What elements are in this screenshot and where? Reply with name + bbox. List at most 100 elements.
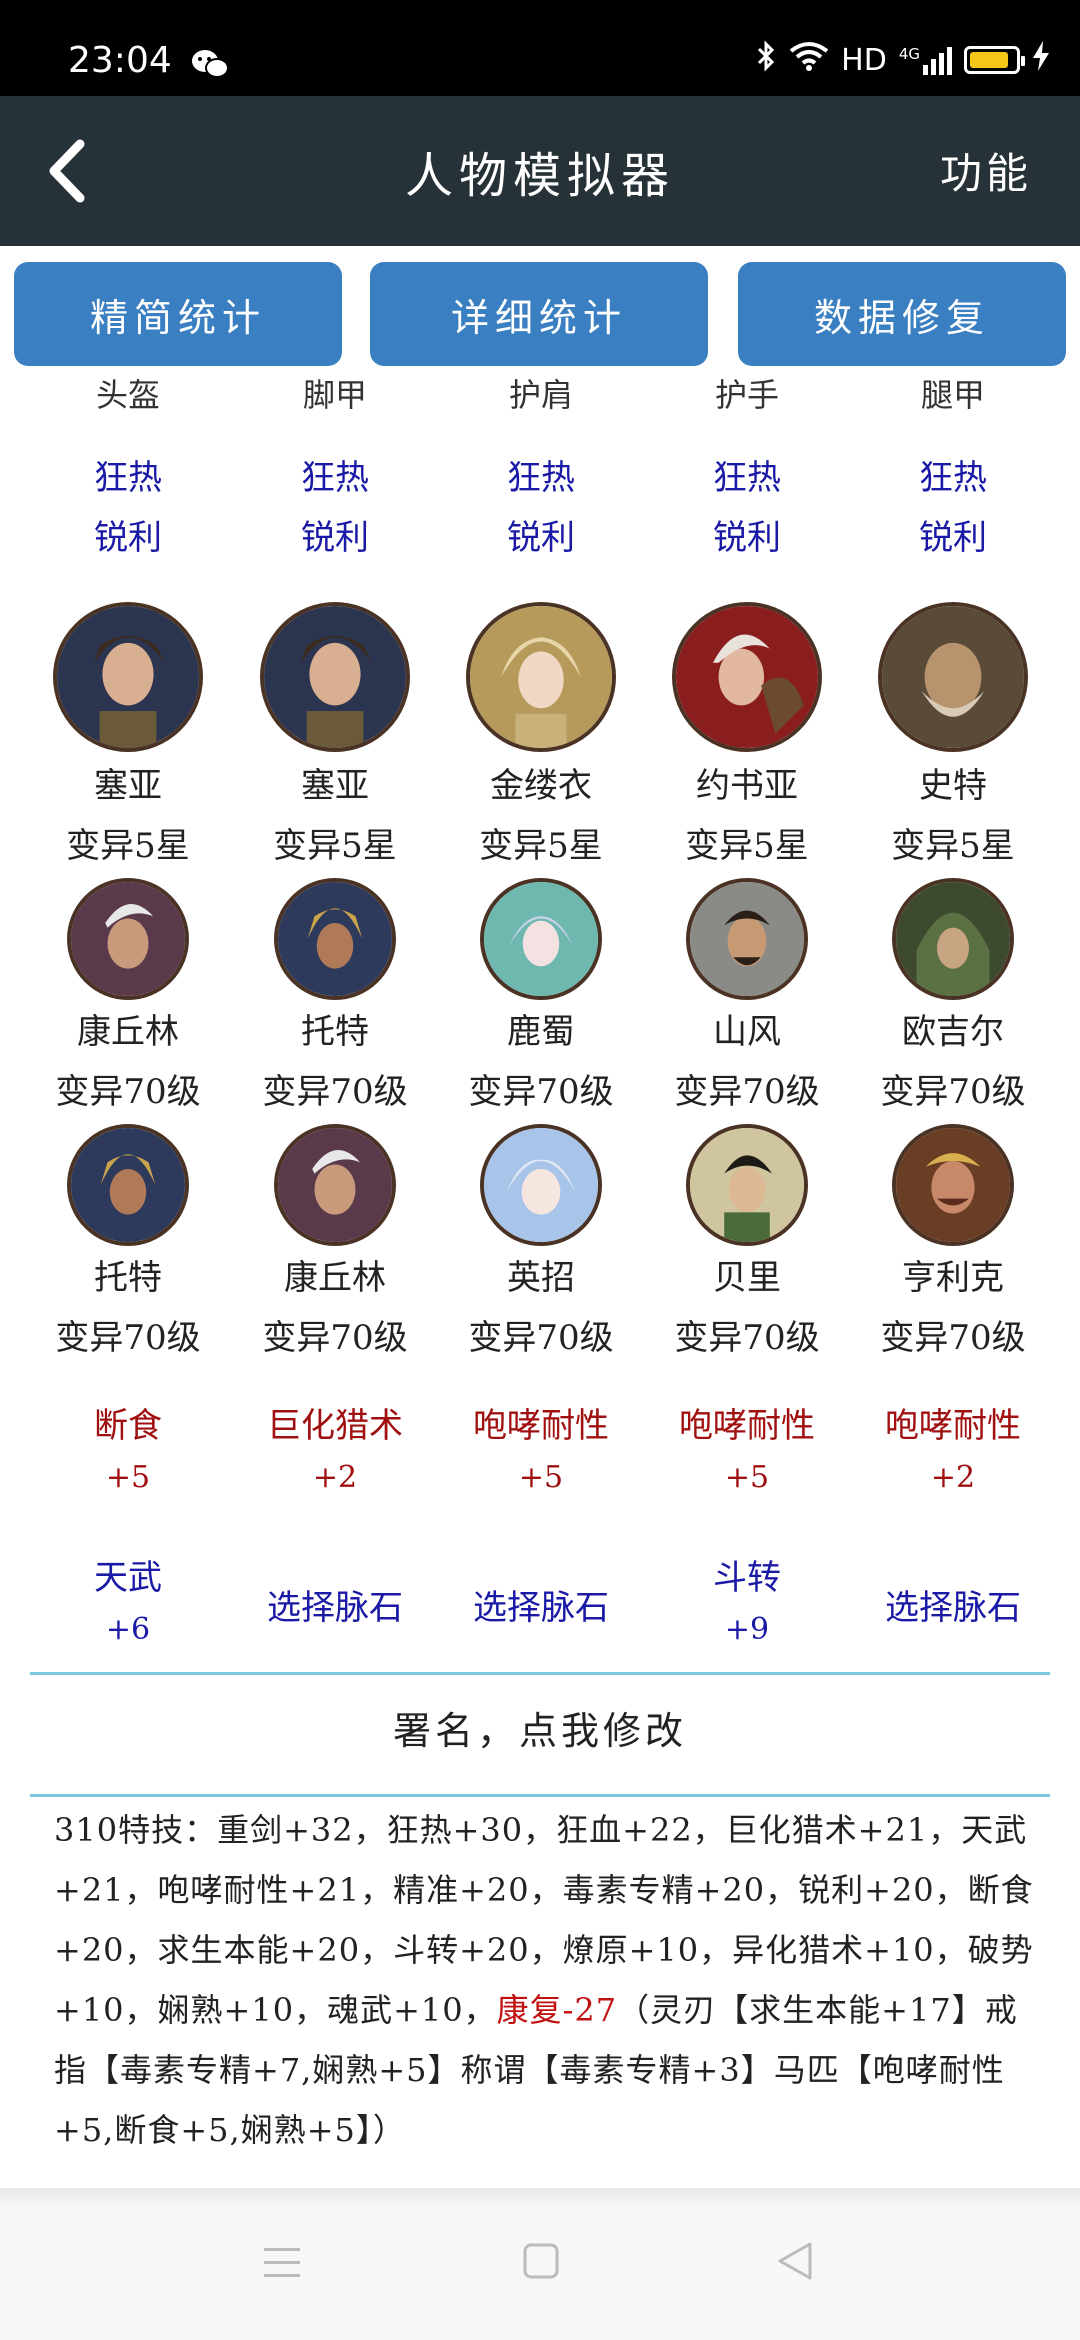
hero-level: 变异70级 [55,1318,201,1358]
status-bar: 23:04 HD 4G [0,0,1080,96]
leader-avatar[interactable] [260,602,410,752]
clock: 23:04 [68,40,172,81]
leader-avatar[interactable] [53,602,203,752]
vein-stone-value: +6 [105,1612,151,1647]
equip-attr[interactable]: 锐利 [232,510,438,559]
select-vein-stone-button[interactable]: 选择脉石 [438,1580,644,1629]
hero-level: 变异70级 [674,1318,820,1358]
hero-avatar[interactable] [892,878,1014,1000]
home-nav-icon[interactable] [522,2242,560,2284]
hero-name: 鹿蜀 [507,1012,575,1052]
equipment-attr-row: 狂热 狂热 狂热 狂热 狂热 [0,450,1080,510]
hero-avatar[interactable] [274,1124,396,1246]
simple-stats-button[interactable]: 精简统计 [14,262,342,366]
leader-name: 史特 [919,766,987,806]
menu-nav-icon[interactable] [262,2244,302,2284]
skill-name[interactable]: 咆哮耐性 [438,1398,644,1447]
skill-summary-text: 310特技：重剑+32，狂热+30，狂血+22，巨化猎术+21，天武+21，咆哮… [54,1800,1034,2160]
wechat-icon [190,48,230,84]
equip-attr[interactable]: 狂热 [438,450,644,499]
page-title: 人物模拟器 [404,148,675,204]
leader-level: 变异5星 [273,826,397,866]
leader-avatar[interactable] [878,602,1028,752]
leader-avatar[interactable] [672,602,822,752]
battery-icon [964,46,1025,74]
hero-level: 变异70级 [880,1318,1026,1358]
summary-negative: 康复-27 [496,1991,618,2029]
leader-name-row: 塞亚 塞亚 金缕衣 约书亚 史特 [0,758,1080,818]
leader-name: 约书亚 [696,766,798,806]
hero-name: 托特 [94,1258,162,1298]
equip-attr[interactable]: 锐利 [850,510,1056,559]
equip-slot[interactable]: 脚甲 [232,370,438,416]
hero-avatar[interactable] [67,878,189,1000]
vein-stone-name[interactable]: 天武 [25,1550,231,1599]
hero-name: 康丘林 [284,1258,386,1298]
equip-attr[interactable]: 狂热 [644,450,850,499]
divider [30,1672,1050,1675]
skill-name[interactable]: 断食 [25,1398,231,1447]
bottom-shadow [0,2188,1080,2206]
leader-name: 金缕衣 [490,766,592,806]
skill-name[interactable]: 咆哮耐性 [850,1398,1056,1447]
hero-level: 变异70级 [674,1072,820,1112]
equip-attr[interactable]: 锐利 [644,510,850,559]
select-vein-stone-button[interactable]: 选择脉石 [850,1580,1056,1629]
hero-avatar[interactable] [480,878,602,1000]
select-vein-stone-button[interactable]: 选择脉石 [232,1580,438,1629]
skill-name[interactable]: 巨化猎术 [232,1398,438,1447]
data-repair-button[interactable]: 数据修复 [738,262,1066,366]
hero-avatar[interactable] [480,1124,602,1246]
function-menu-button[interactable]: 功能 [940,140,1032,201]
skill-row: 断食 巨化猎术 咆哮耐性 咆哮耐性 咆哮耐性 [0,1398,1080,1458]
skill-value: +5 [105,1460,151,1495]
hero-avatar[interactable] [67,1124,189,1246]
skill-name[interactable]: 咆哮耐性 [644,1398,850,1447]
system-nav-bar [0,2206,1080,2340]
hero-level: 变异70级 [468,1318,614,1358]
skill-value: +2 [312,1460,358,1495]
equipment-slot-row: 头盔 脚甲 护肩 护手 腿甲 [0,370,1080,430]
equip-attr[interactable]: 锐利 [438,510,644,559]
hero-name: 欧吉尔 [902,1012,1004,1052]
leader-level: 变异5星 [479,826,603,866]
leader-level: 变异5星 [891,826,1015,866]
app-header: 人物模拟器 功能 [0,96,1080,246]
equip-attr[interactable]: 狂热 [25,450,231,499]
leader-name: 塞亚 [301,766,369,806]
hero-avatar[interactable] [274,878,396,1000]
equip-attr[interactable]: 狂热 [850,450,1056,499]
hero-level: 变异70级 [880,1072,1026,1112]
stats-tab-bar: 精简统计 详细统计 数据修复 [0,262,1080,366]
wifi-icon [789,41,829,79]
hero-name: 亨利克 [902,1258,1004,1298]
hero-level: 变异70级 [55,1072,201,1112]
hero-avatar[interactable] [892,1124,1014,1246]
back-nav-icon[interactable] [776,2240,814,2286]
equip-slot[interactable]: 护手 [644,370,850,416]
equip-slot[interactable]: 头盔 [25,370,231,416]
hero-avatar[interactable] [686,878,808,1000]
equip-attr[interactable]: 锐利 [25,510,231,559]
equip-slot[interactable]: 护肩 [438,370,644,416]
divider [30,1794,1050,1797]
hero-name: 贝里 [713,1258,781,1298]
hero-name: 康丘林 [77,1012,179,1052]
equipment-attr-row: 锐利 锐利 锐利 锐利 锐利 [0,510,1080,570]
hero-level-row: 变异70级 变异70级 变异70级 变异70级 变异70级 [0,1064,1080,1124]
leader-level: 变异5星 [685,826,809,866]
equip-slot[interactable]: 腿甲 [850,370,1056,416]
detailed-stats-button[interactable]: 详细统计 [370,262,708,366]
hero-level: 变异70级 [262,1318,408,1358]
vein-stone-name[interactable]: 斗转 [644,1550,850,1599]
leader-avatar[interactable] [466,602,616,752]
signal-icon: 4G [899,45,952,75]
signature-edit[interactable]: 署名，点我修改 [0,1700,1080,1755]
hero-avatar[interactable] [686,1124,808,1246]
hero-level: 变异70级 [262,1072,408,1112]
bluetooth-icon [755,40,777,80]
hero-name: 英招 [507,1258,575,1298]
equip-attr[interactable]: 狂热 [232,450,438,499]
hero-name: 托特 [301,1012,369,1052]
status-icons: HD 4G [755,40,1050,80]
